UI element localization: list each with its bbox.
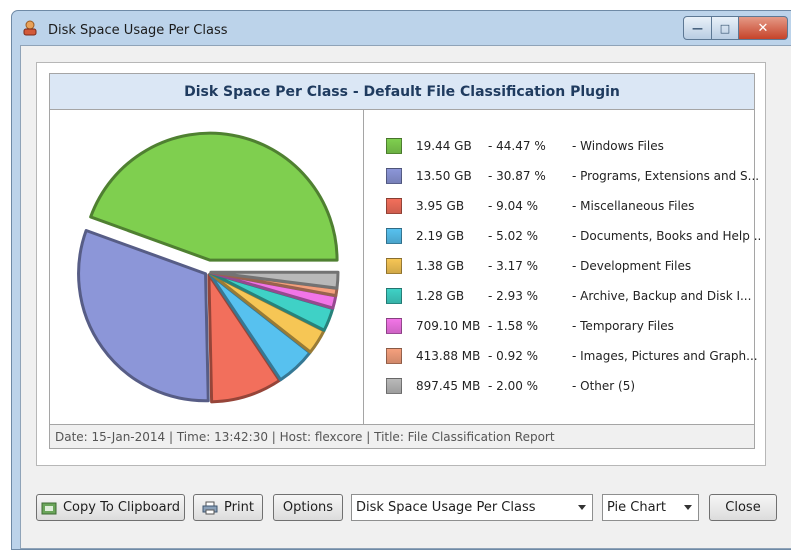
legend-size: 1.38 GB [416, 259, 465, 273]
chart-panel: Disk Space Per Class - Default File Clas… [36, 62, 766, 466]
maximize-button[interactable]: □ [712, 16, 739, 40]
options-label: Options [282, 500, 334, 515]
close-button[interactable]: Close [709, 494, 777, 521]
chart-title: Disk Space Per Class - Default File Clas… [50, 74, 754, 110]
legend-description: - Miscellaneous Files [572, 199, 695, 213]
legend-percent: - 1.58 % [488, 319, 539, 333]
legend-description: - Archive, Backup and Disk I... [572, 289, 752, 303]
legend-description: - Development Files [572, 259, 692, 273]
legend-size: 2.19 GB [416, 229, 465, 243]
chevron-down-icon [578, 505, 586, 510]
legend-percent: - 9.04 % [488, 199, 539, 213]
copy-to-clipboard-label: Copy To Clipboard [62, 500, 181, 515]
report-select[interactable]: Disk Space Usage Per Class [351, 494, 593, 521]
legend-description: - Images, Pictures and Graph... [572, 349, 758, 363]
legend-percent: - 2.00 % [488, 379, 539, 393]
app-icon [23, 20, 37, 36]
pie-chart [77, 131, 340, 404]
legend-item: 1.38 GB - 3.17 % - Development Files [386, 256, 760, 276]
print-label: Print [224, 500, 254, 515]
legend-percent: - 5.02 % [488, 229, 539, 243]
legend-percent: - 0.92 % [488, 349, 539, 363]
clipboard-icon [41, 502, 57, 514]
minimize-button[interactable]: — [683, 16, 712, 40]
legend-swatch [386, 168, 402, 184]
legend-item: 1.28 GB - 2.93 % - Archive, Backup and Dis… [386, 286, 760, 306]
legend-size: 13.50 GB [416, 169, 472, 183]
legend-swatch [386, 198, 402, 214]
legend-percent: - 30.87 % [488, 169, 546, 183]
legend-swatch [386, 318, 402, 334]
copy-to-clipboard-button[interactable]: Copy To Clipboard [36, 494, 185, 521]
report-select-value: Disk Space Usage Per Class [356, 500, 536, 515]
chart-footer: Date: 15-Jan-2014 | Time: 13:42:30 | Hos… [50, 424, 754, 448]
legend-swatch [386, 228, 402, 244]
chevron-down-icon [684, 505, 692, 510]
client-area: Disk Space Per Class - Default File Clas… [20, 45, 791, 549]
legend-description: - Other (5) [572, 379, 636, 393]
maximize-icon: □ [719, 21, 731, 35]
legend-item: 13.50 GB - 30.87 % - Programs, Extensions … [386, 166, 760, 186]
legend-size: 897.45 MB [416, 379, 481, 393]
chart-frame: Disk Space Per Class - Default File Clas… [49, 73, 760, 449]
print-button[interactable]: Print [193, 494, 263, 521]
options-button[interactable]: Options [273, 494, 343, 521]
legend-size: 3.95 GB [416, 199, 465, 213]
window-title: Disk Space Usage Per Class [48, 23, 228, 38]
title-bar[interactable]: Disk Space Usage Per Class — □ ✕ [12, 11, 791, 45]
legend-percent: - 3.17 % [488, 259, 539, 273]
button-bar: Copy To Clipboard Print Options Disk Spa… [36, 494, 777, 522]
chart-divider [363, 110, 364, 426]
pie-slice-1 [77, 229, 210, 403]
legend-item: 19.44 GB - 44.47 % - Windows Files [386, 136, 760, 156]
close-window-button[interactable]: ✕ [739, 16, 788, 40]
window-controls: — □ ✕ [683, 16, 788, 40]
printer-icon [202, 501, 218, 514]
chart-type-value: Pie Chart [607, 500, 667, 515]
legend-percent: - 44.47 % [488, 139, 546, 153]
close-icon: ✕ [757, 20, 769, 36]
legend-item: 2.19 GB - 5.02 % - Documents, Books and He… [386, 226, 760, 246]
chart-type-select[interactable]: Pie Chart [602, 494, 699, 521]
legend-description: - Programs, Extensions and S... [572, 169, 760, 183]
legend-swatch [386, 348, 402, 364]
legend-swatch [386, 138, 402, 154]
legend-size: 19.44 GB [416, 139, 472, 153]
legend-swatch [386, 378, 402, 394]
legend-size: 1.28 GB [416, 289, 465, 303]
close-label: Close [725, 500, 761, 515]
legend-size: 709.10 MB [416, 319, 481, 333]
legend-item: 3.95 GB - 9.04 % - Miscellaneous Files [386, 196, 760, 216]
app-window: Disk Space Usage Per Class — □ ✕ Disk Sp… [11, 10, 791, 550]
legend-description: - Windows Files [572, 139, 664, 153]
legend-description: - Temporary Files [572, 319, 674, 333]
pie-slice-0 [89, 131, 339, 262]
legend-item: 897.45 MB - 2.00 % - Other (5) [386, 376, 760, 396]
legend-swatch [386, 258, 402, 274]
legend-item: 709.10 MB - 1.58 % - Temporary Files [386, 316, 760, 336]
legend-percent: - 2.93 % [488, 289, 539, 303]
pie-area [50, 110, 363, 426]
legend-swatch [386, 288, 402, 304]
legend-size: 413.88 MB [416, 349, 481, 363]
minimize-icon: — [692, 21, 703, 35]
legend-description: - Documents, Books and Help ... [572, 229, 760, 243]
legend-item: 413.88 MB - 0.92 % - Images, Pictures and … [386, 346, 760, 366]
